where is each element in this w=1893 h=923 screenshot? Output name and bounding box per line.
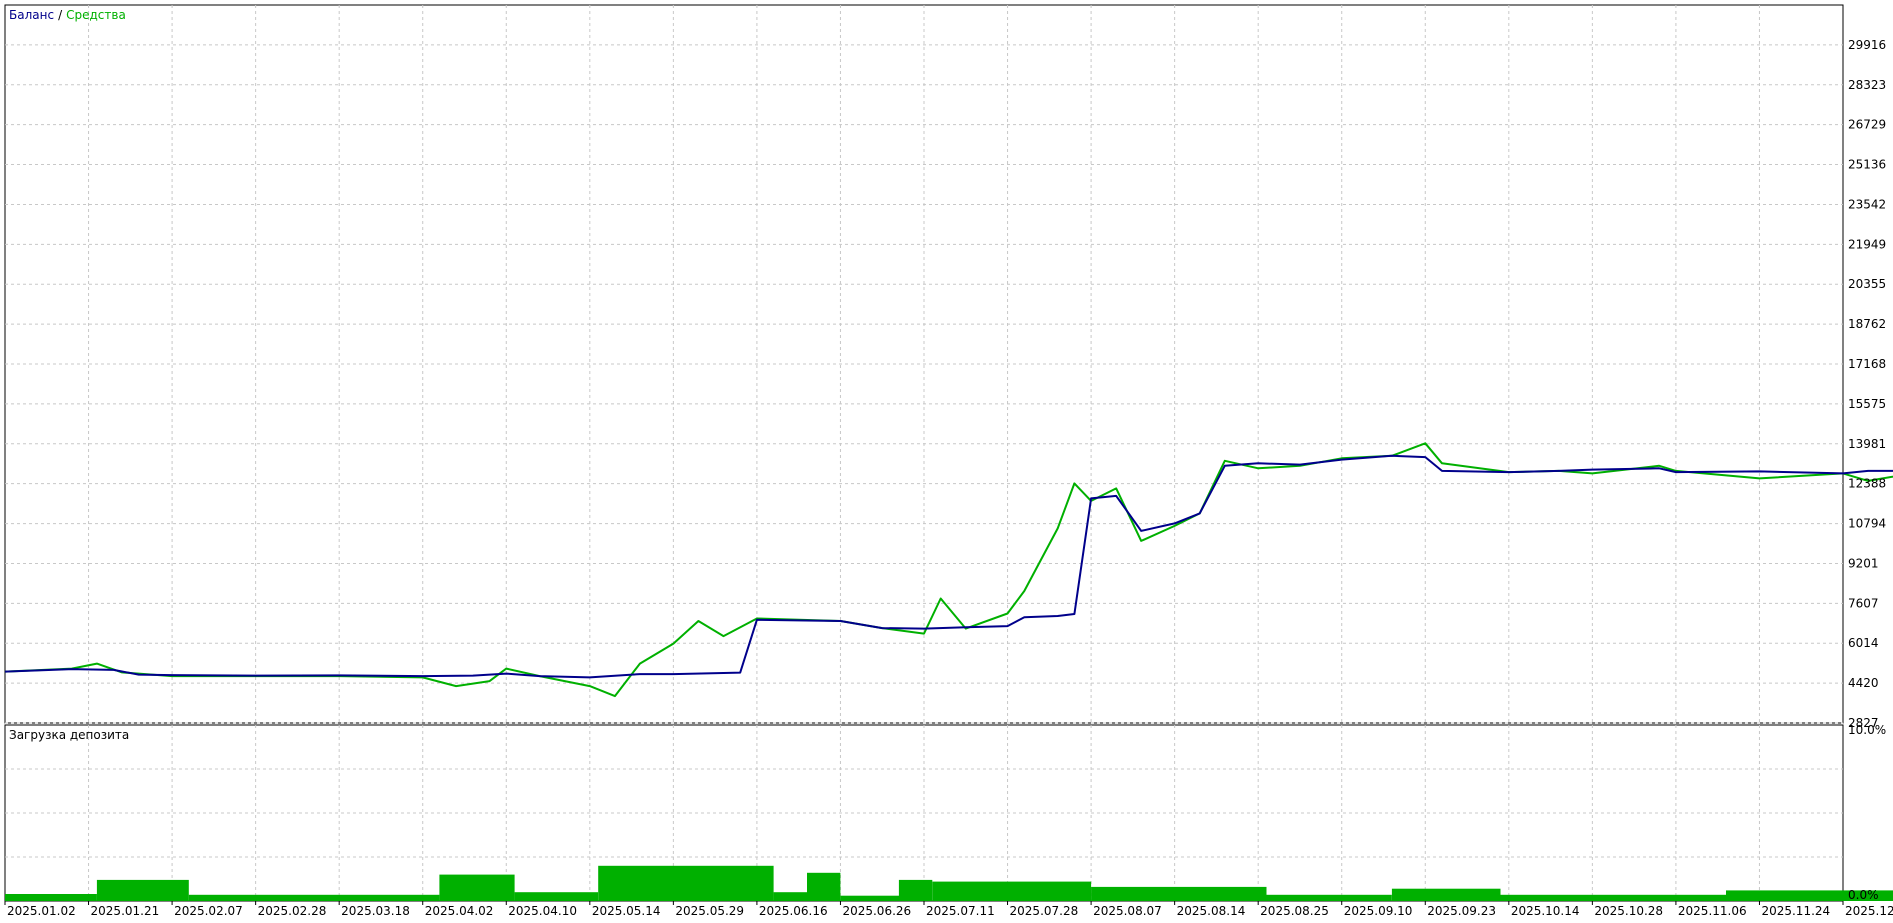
x-tick-label: 2025.01.21 xyxy=(91,904,160,918)
y-tick-label: 21949 xyxy=(1848,237,1886,251)
deposit-load-bar xyxy=(773,892,807,901)
x-tick-label: 2025.09.23 xyxy=(1427,904,1496,918)
y-tick-label: 18762 xyxy=(1848,317,1886,331)
chart-background xyxy=(0,0,1893,919)
deposit-load-bar xyxy=(898,879,933,901)
deposit-load-bar xyxy=(840,895,899,901)
x-tick-label: 2025.08.07 xyxy=(1093,904,1162,918)
y-tick-label: 7607 xyxy=(1848,596,1879,610)
deposit-load-bar xyxy=(1500,894,1727,901)
x-tick-label: 2025.12.10 xyxy=(1845,904,1893,918)
x-tick-label: 2025.02.28 xyxy=(258,904,327,918)
deposit-load-bar xyxy=(96,879,189,901)
chart-canvas: 29916 28323 26729 25136 23542 21949 20355 18762… xyxy=(0,0,1893,919)
y-tick-label: 29916 xyxy=(1848,38,1886,52)
y-tick-label: 15575 xyxy=(1848,397,1886,411)
backtest-chart: 29916 28323 26729 25136 23542 21949 20355 18762… xyxy=(0,0,1893,919)
x-tick-label: 2025.05.14 xyxy=(592,904,661,918)
x-tick-label: 2025.04.10 xyxy=(508,904,577,918)
legend-equity: Средства xyxy=(66,8,126,22)
y-tick-label: 0.0% xyxy=(1848,888,1879,902)
x-tick-label: 2025.10.14 xyxy=(1511,904,1580,918)
y-tick-label: 20355 xyxy=(1848,277,1886,291)
x-tick-label: 2025.06.26 xyxy=(842,904,911,918)
legend: Баланс / Средства xyxy=(9,8,126,22)
x-tick-label: 2025.07.28 xyxy=(1010,904,1079,918)
y-tick-label: 10794 xyxy=(1848,517,1886,531)
y-tick-label: 23542 xyxy=(1848,197,1886,211)
x-tick-label: 2025.04.02 xyxy=(425,904,494,918)
deposit-load-bar xyxy=(1091,886,1267,901)
x-tick-label: 2025.10.28 xyxy=(1594,904,1663,918)
deposit-load-bar xyxy=(1266,894,1392,901)
x-tick-label: 2025.05.29 xyxy=(675,904,744,918)
deposit-load-bar xyxy=(5,894,97,901)
deposit-load-bar xyxy=(807,872,841,901)
deposit-load-bar xyxy=(1391,888,1501,901)
y-tick-label: 26729 xyxy=(1848,118,1886,132)
x-tick-label: 2025.07.11 xyxy=(926,904,995,918)
x-tick-label: 2025.08.14 xyxy=(1177,904,1246,918)
x-tick-label: 2025.08.25 xyxy=(1260,904,1329,918)
y-tick-label: 25136 xyxy=(1848,158,1886,172)
y-tick-label: 17168 xyxy=(1848,357,1886,371)
x-tick-label: 2025.11.06 xyxy=(1678,904,1747,918)
x-tick-label: 2025.06.16 xyxy=(759,904,828,918)
x-axis: 2025.01.02 2025.01.21 2025.02.07 2025.02.28… xyxy=(4,901,1893,918)
x-tick-label: 2025.11.24 xyxy=(1761,904,1830,918)
x-tick-label: 2025.03.18 xyxy=(341,904,410,918)
y-tick-label: 4420 xyxy=(1848,676,1879,690)
deposit-load-bar xyxy=(514,892,599,901)
y-tick-label: 6014 xyxy=(1848,636,1879,650)
deposit-load-title: Загрузка депозита xyxy=(9,728,129,742)
legend-balance: Баланс xyxy=(9,8,54,22)
deposit-load-bar xyxy=(598,865,774,901)
y-tick-label: 28323 xyxy=(1848,78,1886,92)
deposit-load-bar xyxy=(932,881,1092,901)
y-tick-label: 10.0% xyxy=(1848,723,1886,737)
y-tick-label: 9201 xyxy=(1848,556,1879,570)
deposit-load-bar xyxy=(439,874,515,901)
x-tick-label: 2025.02.07 xyxy=(174,904,243,918)
y-tick-label: 13981 xyxy=(1848,437,1886,451)
x-tick-label: 2025.01.02 xyxy=(7,904,76,918)
x-tick-label: 2025.09.10 xyxy=(1344,904,1413,918)
y-tick-label: 12388 xyxy=(1848,477,1886,491)
deposit-load-bar xyxy=(188,894,440,901)
